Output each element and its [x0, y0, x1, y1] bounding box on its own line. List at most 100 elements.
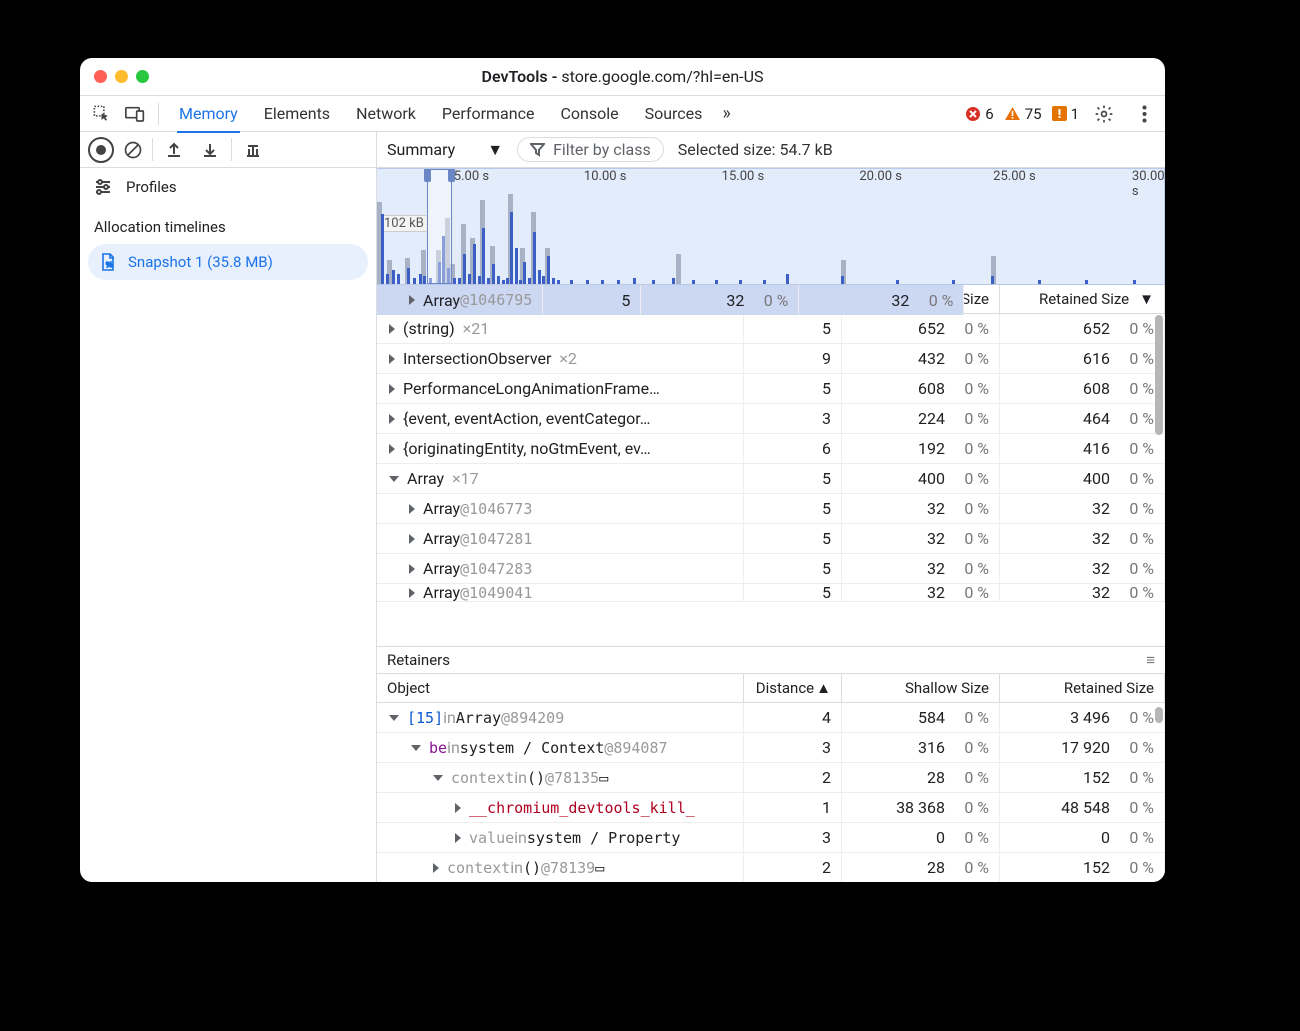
inspect-element-icon[interactable]	[86, 100, 116, 128]
retainer-row[interactable]: [15] in Array @89420945840 %3 4960 %	[377, 703, 1165, 733]
filter-input[interactable]: Filter by class	[517, 137, 664, 162]
import-icon[interactable]	[195, 136, 225, 164]
warning-count[interactable]: 75	[1004, 105, 1042, 123]
table-body[interactable]: (string)×2156520 %6520 %IntersectionObse…	[377, 314, 1165, 646]
table-row[interactable]: {originatingEntity, noGtmEvent, ev…61920…	[377, 434, 1165, 464]
devtools-window: DevTools - store.google.com/?hl=en-US Me…	[80, 58, 1165, 882]
table-row[interactable]: Array @10467955320 %320 %	[377, 314, 964, 315]
table-row[interactable]: {event, eventAction, eventCategor…32240 …	[377, 404, 1165, 434]
svg-text:%: %	[106, 262, 112, 269]
expand-arrow-icon[interactable]	[389, 444, 395, 454]
table-row[interactable]: (string)×2156520 %6520 %	[377, 314, 1165, 344]
snapshot-item[interactable]: % Snapshot 1 (35.8 MB)	[88, 244, 368, 280]
issue-count[interactable]: 1	[1052, 105, 1079, 123]
selected-size-label: Selected size: 54.7 kB	[678, 140, 833, 159]
col-object[interactable]: Object	[377, 674, 744, 702]
minimize-window-icon[interactable]	[115, 70, 128, 83]
view-dropdown[interactable]: Summary ▼	[387, 140, 503, 160]
retainer-row[interactable]: be in system / Context @89408733160 %17 …	[377, 733, 1165, 763]
expand-arrow-icon[interactable]	[433, 775, 443, 781]
expand-arrow-icon[interactable]	[409, 564, 415, 574]
expand-arrow-icon[interactable]	[409, 588, 415, 598]
close-window-icon[interactable]	[94, 70, 107, 83]
error-icon	[965, 106, 981, 122]
titlebar: DevTools - store.google.com/?hl=en-US	[80, 58, 1165, 96]
zoom-window-icon[interactable]	[136, 70, 149, 83]
divider	[152, 138, 153, 161]
expand-arrow-icon[interactable]	[389, 384, 395, 394]
expand-arrow-icon[interactable]	[409, 534, 415, 544]
table-row[interactable]: IntersectionObserver×294320 %6160 %	[377, 344, 1165, 374]
expand-arrow-icon[interactable]	[433, 863, 439, 873]
scrollbar-thumb[interactable]	[1155, 315, 1163, 435]
table-row[interactable]: Array @10472815320 %320 %	[377, 524, 1165, 554]
main-toolbar: Memory Elements Network Performance Console S…	[80, 96, 1165, 132]
divider	[158, 103, 159, 125]
tab-performance[interactable]: Performance	[440, 96, 537, 131]
table-row[interactable]: Array @10472835320 %320 %	[377, 554, 1165, 584]
error-count[interactable]: 6	[965, 105, 993, 123]
expand-arrow-icon[interactable]	[455, 833, 461, 843]
expand-arrow-icon[interactable]	[389, 354, 395, 364]
retainers-menu-icon[interactable]: ≡	[1146, 651, 1155, 669]
timeline-bars	[377, 183, 1164, 284]
col-retained[interactable]: Retained Size▼	[1000, 285, 1165, 313]
chevron-down-icon: ▼	[487, 140, 503, 160]
scrollbar-thumb[interactable]	[1155, 707, 1163, 723]
col-retained[interactable]: Retained Size	[1000, 674, 1165, 702]
warning-icon	[1004, 106, 1021, 122]
timelines-heading: Allocation timelines	[80, 206, 376, 244]
retainer-row[interactable]: __chromium_devtools_kill_138 3680 %48 54…	[377, 793, 1165, 823]
expand-arrow-icon[interactable]	[389, 715, 399, 721]
table-row[interactable]: Array @10490415320 %320 %	[377, 584, 1165, 602]
more-tabs-icon[interactable]: »	[722, 103, 730, 124]
selection-handle-left[interactable]	[424, 168, 431, 182]
record-button[interactable]	[88, 137, 114, 163]
time-tick: 25.00 s	[993, 169, 1036, 184]
sliders-icon	[94, 179, 112, 195]
snapshot-icon: %	[98, 252, 118, 272]
col-distance[interactable]: Distance▲	[744, 674, 842, 702]
main-panel: 5.00 s10.00 s15.00 s20.00 s25.00 s30.00 …	[377, 168, 1165, 882]
retainers-body[interactable]: [15] in Array @89420945840 %3 4960 %be i…	[377, 703, 1165, 882]
divider	[231, 138, 232, 161]
table-row[interactable]: Array @10467735320 %320 %	[377, 494, 1165, 524]
retainers-panel: Retainers ≡ Object Distance▲ Shallow Siz…	[377, 646, 1165, 882]
retainers-title: Retainers ≡	[377, 647, 1165, 674]
tab-elements[interactable]: Elements	[262, 96, 332, 131]
memory-toolbar: Summary ▼ Filter by class Selected size:…	[80, 132, 1165, 168]
selection-handle-right[interactable]	[448, 168, 455, 182]
time-tick: 5.00 s	[454, 169, 489, 184]
timeline-selection[interactable]	[427, 169, 452, 284]
tab-network[interactable]: Network	[354, 96, 418, 131]
profiles-sidebar: Profiles Allocation timelines % Snapshot…	[80, 168, 377, 882]
retainer-row[interactable]: context in () @78135 ▭2280 %1520 %	[377, 763, 1165, 793]
issue-icon	[1052, 106, 1067, 121]
content: Profiles Allocation timelines % Snapshot…	[80, 168, 1165, 882]
garbage-collect-icon[interactable]	[238, 136, 268, 164]
sort-desc-icon: ▼	[1139, 290, 1154, 308]
more-menu-icon[interactable]	[1129, 100, 1159, 128]
tab-memory[interactable]: Memory	[177, 96, 240, 133]
retainers-header: Object Distance▲ Shallow Size Retained S…	[377, 674, 1165, 703]
retainer-row[interactable]: value in system / Property300 %00 %	[377, 823, 1165, 853]
expand-arrow-icon[interactable]	[389, 476, 399, 482]
allocation-timeline[interactable]: 5.00 s10.00 s15.00 s20.00 s25.00 s30.00 …	[377, 168, 1165, 285]
expand-arrow-icon[interactable]	[455, 803, 461, 813]
table-row[interactable]: PerformanceLongAnimationFrame…56080 %608…	[377, 374, 1165, 404]
profiles-heading: Profiles	[80, 168, 376, 206]
time-tick: 20.00 s	[859, 169, 902, 184]
device-toolbar-icon[interactable]	[120, 100, 150, 128]
settings-icon[interactable]	[1089, 100, 1119, 128]
export-icon[interactable]	[159, 136, 189, 164]
expand-arrow-icon[interactable]	[409, 504, 415, 514]
expand-arrow-icon[interactable]	[389, 324, 395, 334]
tab-console[interactable]: Console	[558, 96, 620, 131]
tab-sources[interactable]: Sources	[643, 96, 705, 131]
col-shallow[interactable]: Shallow Size	[842, 674, 1000, 702]
clear-button[interactable]	[120, 137, 146, 163]
table-row[interactable]: Array×1754000 %4000 %	[377, 464, 1165, 494]
expand-arrow-icon[interactable]	[389, 414, 395, 424]
expand-arrow-icon[interactable]	[411, 745, 421, 751]
retainer-row[interactable]: context in () @78139 ▭2280 %1520 %	[377, 853, 1165, 882]
